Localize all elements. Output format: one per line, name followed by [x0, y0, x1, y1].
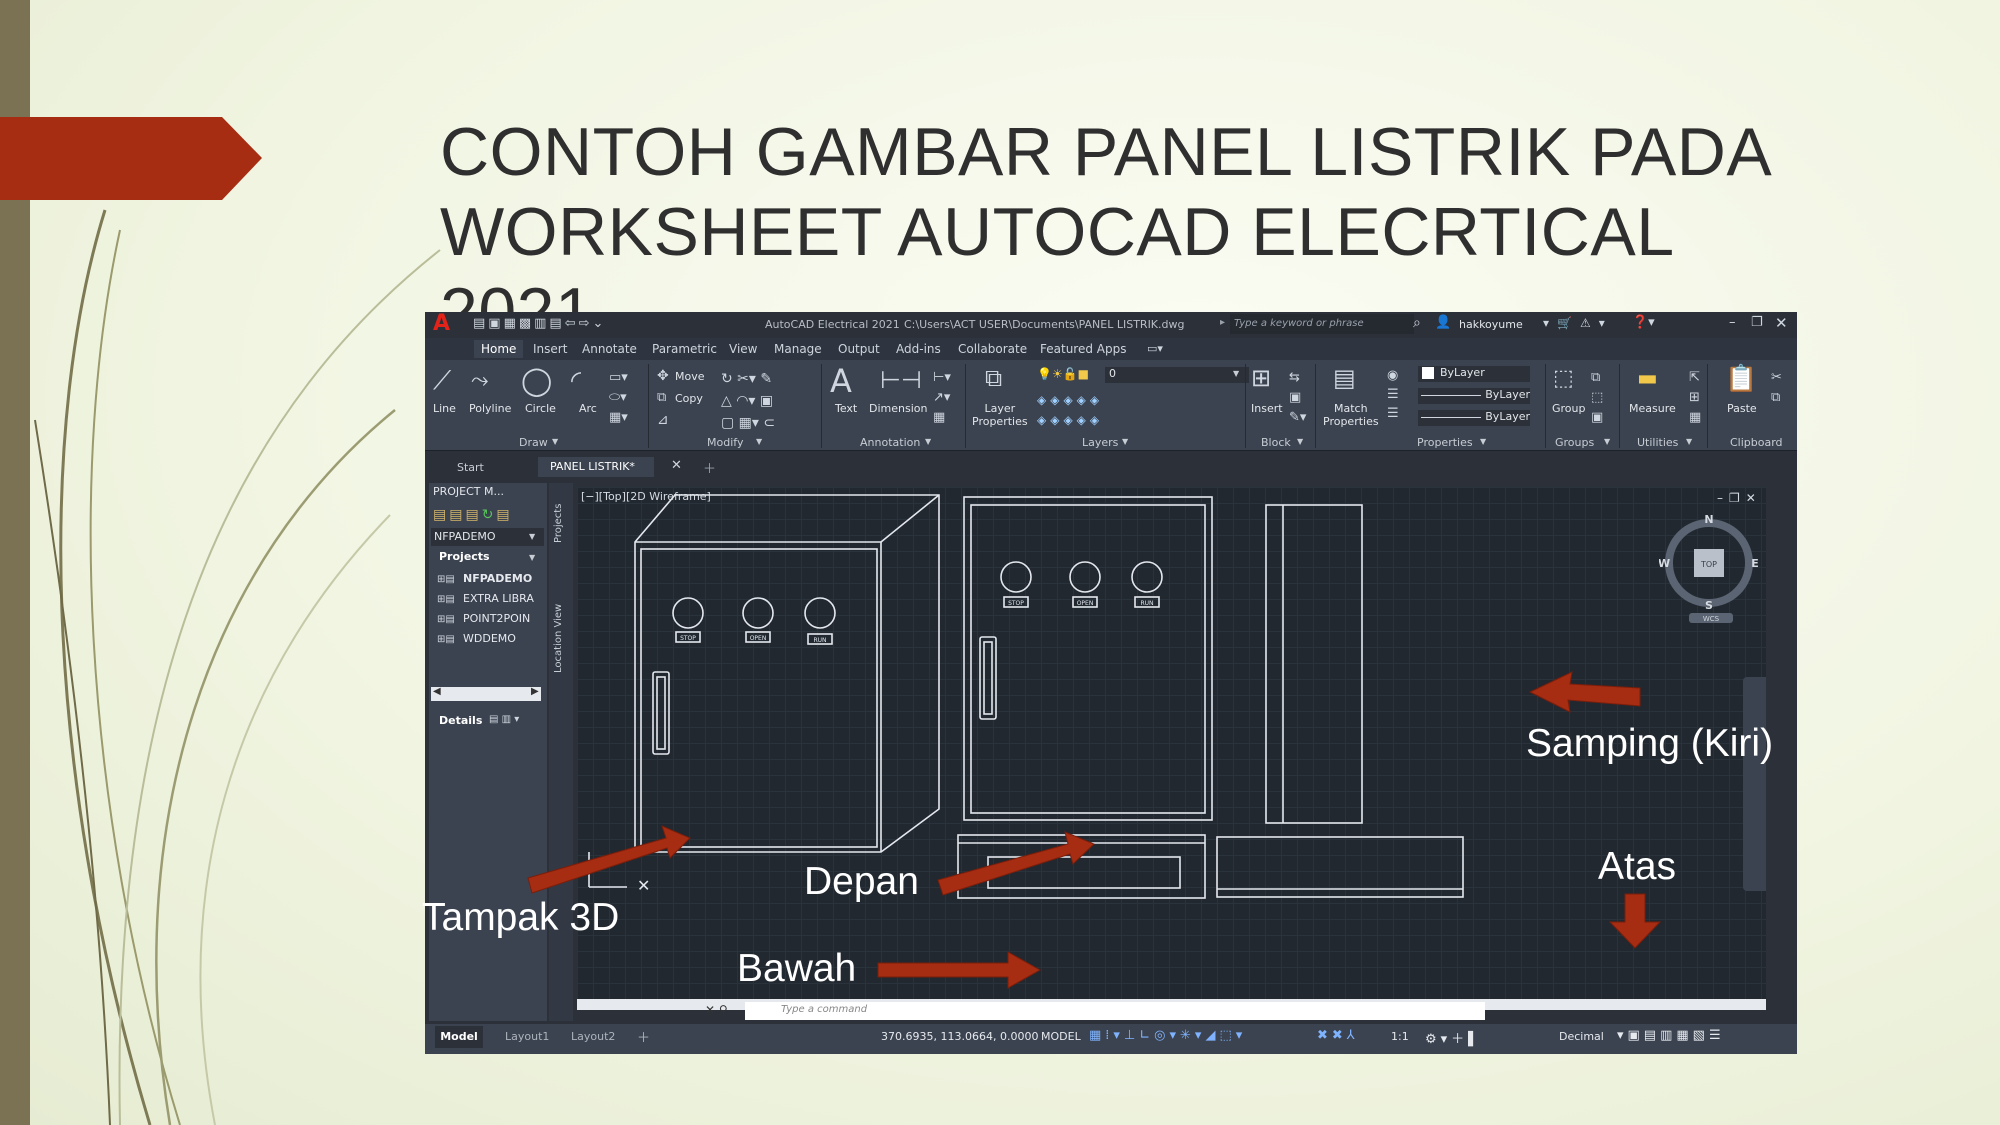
arrow-bawah	[877, 951, 1042, 989]
arrow-tampak-3d	[527, 825, 691, 894]
arrow-samping	[1528, 671, 1641, 713]
annotation-arrows	[527, 671, 1662, 989]
label-atas: Atas	[1598, 845, 1677, 888]
label-samping-kiri: Samping (Kiri)	[1526, 722, 1774, 765]
label-bawah: Bawah	[737, 947, 857, 990]
arrow-depan	[937, 831, 1095, 896]
arrow-atas	[1608, 893, 1662, 949]
label-depan: Depan	[804, 860, 919, 903]
label-tampak-3d: Tampak 3D	[422, 896, 620, 939]
